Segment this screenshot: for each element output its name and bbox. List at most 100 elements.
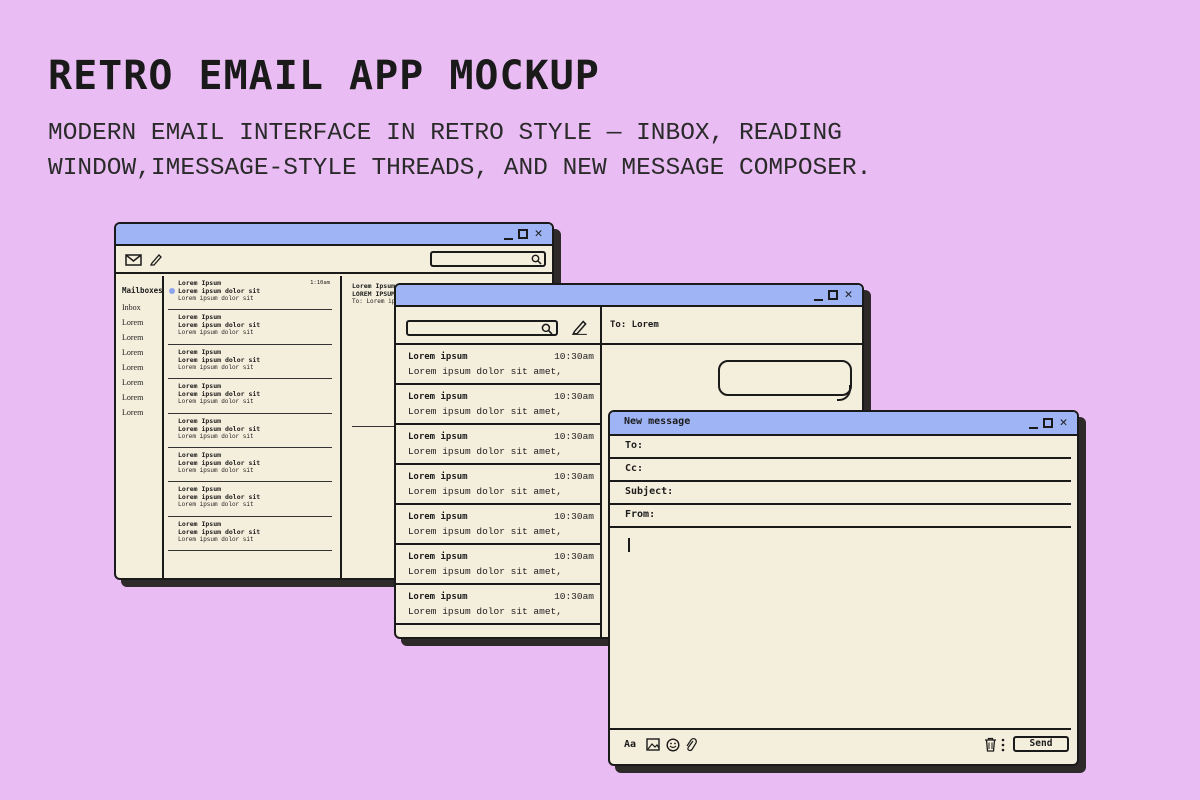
thread-preview: Lorem ipsum dolor sit amet, <box>408 606 562 617</box>
thread-preview: Lorem ipsum dolor sit amet, <box>408 566 562 577</box>
close-button[interactable]: ✕ <box>843 288 854 302</box>
list-item[interactable]: Lorem ipsum 10:30am Lorem ipsum dolor sit … <box>396 545 600 585</box>
list-item[interactable]: Lorem Ipsum Lorem ipsum dolor sit Lorem … <box>168 276 332 311</box>
unread-dot <box>169 288 175 294</box>
subtitle-line-2: WINDOW,IMESSAGE-STYLE THREADS, AND NEW M… <box>48 155 872 182</box>
sidebar-item-inbox[interactable]: Inbox <box>122 303 162 318</box>
message-preview: Lorem ipsum dolor sit <box>178 501 254 509</box>
threads-toolbar <box>396 307 602 345</box>
minimize-button[interactable] <box>1029 427 1038 429</box>
message-subject: Lorem ipsum dolor sit <box>178 321 261 330</box>
threads-titlebar[interactable]: ✕ <box>396 285 862 307</box>
window-title: New message <box>624 416 691 427</box>
message-sender: Lorem Ipsum <box>178 313 222 322</box>
message-list: Lorem Ipsum Lorem ipsum dolor sit Lorem … <box>164 276 342 578</box>
message-subject: Lorem ipsum dolor sit <box>178 424 261 433</box>
close-button[interactable]: ✕ <box>533 227 544 241</box>
thread-time: 10:30am <box>554 351 594 362</box>
message-sender: Lorem Ipsum <box>178 347 222 356</box>
cc-label: Cc: <box>625 463 644 474</box>
list-item[interactable]: Lorem Ipsum Lorem ipsum dolor sit Lorem … <box>168 414 332 448</box>
recipient-bar: To: Lorem <box>602 307 862 345</box>
message-subject: Lorem ipsum dolor sit <box>178 390 261 399</box>
list-item[interactable]: Lorem ipsum 10:30am Lorem ipsum dolor sit … <box>396 465 600 505</box>
sidebar-item[interactable]: Lorem <box>122 318 162 333</box>
thread-time: 10:30am <box>554 591 594 602</box>
sidebar-item[interactable]: Lorem <box>122 378 162 393</box>
more-icon[interactable] <box>1001 738 1005 752</box>
message-body-input[interactable] <box>610 528 1071 730</box>
pencil-icon[interactable] <box>150 253 162 266</box>
maximize-button[interactable] <box>828 290 838 300</box>
format-button[interactable]: Aa <box>624 739 636 750</box>
cc-field[interactable]: Cc: <box>610 459 1071 482</box>
paperclip-icon[interactable] <box>685 737 697 752</box>
search-input[interactable] <box>406 320 558 336</box>
image-icon[interactable] <box>646 738 660 751</box>
message-sender: Lorem Ipsum <box>178 416 222 425</box>
from-label: From: <box>625 509 656 520</box>
sidebar-item[interactable]: Lorem <box>122 393 162 408</box>
search-input[interactable] <box>430 251 546 267</box>
minimize-button[interactable] <box>504 238 513 240</box>
subtitle-line-1: MODERN EMAIL INTERFACE IN RETRO STYLE — … <box>48 120 842 147</box>
message-sender: Lorem Ipsum <box>178 519 222 528</box>
composer-footer: Aa Send <box>610 730 1077 764</box>
message-time: 1:10am <box>310 280 330 286</box>
pencil-icon[interactable] <box>572 319 587 335</box>
list-item[interactable]: Lorem Ipsum Lorem ipsum dolor sit Lorem … <box>168 379 332 414</box>
message-subject: Lorem ipsum dolor sit <box>178 458 261 467</box>
message-bubble <box>718 360 852 396</box>
thread-preview: Lorem ipsum dolor sit amet, <box>408 366 562 377</box>
list-item[interactable]: Lorem ipsum 10:30am Lorem ipsum dolor sit … <box>396 345 600 385</box>
message-preview: Lorem ipsum dolor sit <box>178 363 254 371</box>
sidebar-item[interactable]: Lorem <box>122 333 162 348</box>
bubble-tail <box>837 385 851 401</box>
composer-window: New message ✕ To: Cc: Subject: From: Aa … <box>608 410 1079 766</box>
thread-time: 10:30am <box>554 511 594 522</box>
list-item[interactable]: Lorem ipsum 10:30am Lorem ipsum dolor sit … <box>396 505 600 545</box>
send-button[interactable]: Send <box>1013 736 1069 752</box>
sidebar-item[interactable]: Lorem <box>122 363 162 378</box>
list-item[interactable]: Lorem Ipsum Lorem ipsum dolor sit Lorem … <box>168 482 332 517</box>
minimize-button[interactable] <box>814 299 823 301</box>
message-preview: Lorem ipsum dolor sit <box>178 432 254 440</box>
message-subject: Lorem ipsum dolor sit <box>178 527 261 536</box>
thread-time: 10:30am <box>554 431 594 442</box>
list-item[interactable]: Lorem ipsum 10:30am Lorem ipsum dolor sit … <box>396 385 600 425</box>
mailboxes-sidebar: Mailboxes Inbox Lorem Lorem Lorem Lorem … <box>116 276 164 578</box>
inbox-titlebar[interactable]: ✕ <box>116 224 552 246</box>
list-item[interactable]: Lorem Ipsum Lorem ipsum dolor sit Lorem … <box>168 310 332 345</box>
list-item[interactable]: Lorem Ipsum Lorem ipsum dolor sit Lorem … <box>168 448 332 483</box>
thread-time: 10:30am <box>554 471 594 482</box>
to-field[interactable]: To: <box>610 436 1071 459</box>
thread-time: 10:30am <box>554 391 594 402</box>
message-subject: Lorem ipsum dolor sit <box>178 287 261 295</box>
message-sender: Lorem Ipsum <box>178 485 222 494</box>
subject-field[interactable]: Subject: <box>610 482 1071 505</box>
sidebar-item[interactable]: Lorem <box>122 348 162 363</box>
sidebar-item[interactable]: Lorem <box>122 408 162 423</box>
thread-preview: Lorem ipsum dolor sit amet, <box>408 406 562 417</box>
list-item[interactable]: Lorem ipsum 10:30am Lorem ipsum dolor sit … <box>396 425 600 465</box>
thread-preview: Lorem ipsum dolor sit amet, <box>408 486 562 497</box>
message-preview: Lorem ipsum dolor sit <box>178 295 254 302</box>
message-subject: Lorem ipsum dolor sit <box>178 493 261 502</box>
composer-titlebar[interactable]: New message ✕ <box>610 412 1077 436</box>
list-item[interactable]: Lorem Ipsum Lorem ipsum dolor sit Lorem … <box>168 345 332 380</box>
list-item[interactable]: Lorem Ipsum Lorem ipsum dolor sit Lorem … <box>168 517 332 552</box>
emoji-icon[interactable] <box>666 738 680 752</box>
maximize-button[interactable] <box>518 229 528 239</box>
envelope-icon[interactable] <box>125 254 142 266</box>
trash-icon[interactable] <box>984 737 997 752</box>
list-item[interactable]: Lorem ipsum 10:30am Lorem ipsum dolor sit … <box>396 585 600 625</box>
close-button[interactable]: ✕ <box>1058 416 1069 430</box>
inbox-toolbar <box>116 246 552 274</box>
thread-list: Lorem ipsum 10:30am Lorem ipsum dolor sit … <box>396 345 602 637</box>
message-sender: Lorem Ipsum <box>178 450 222 459</box>
thread-preview: Lorem ipsum dolor sit amet, <box>408 446 562 457</box>
maximize-button[interactable] <box>1043 418 1053 428</box>
headline: RETRO EMAIL APP MOCKUP <box>48 53 600 99</box>
from-field[interactable]: From: <box>610 505 1071 528</box>
text-cursor <box>628 538 630 552</box>
